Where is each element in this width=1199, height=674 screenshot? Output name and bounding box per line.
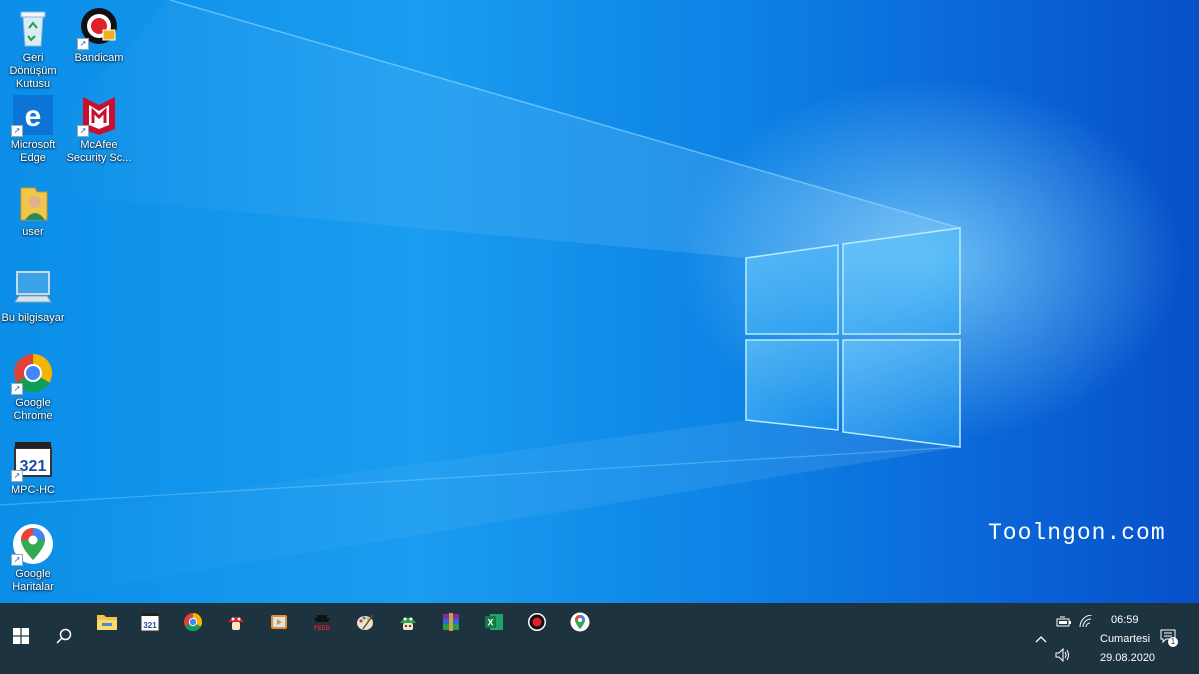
record-icon	[527, 612, 547, 637]
taskbar-app-media-player[interactable]	[261, 611, 297, 637]
desktop-icon-label: MPC-HC	[11, 484, 55, 496]
mushroom-app-icon	[226, 612, 246, 637]
desktop-icon-microsoft-edge[interactable]: e ↗ Microsoft Edge	[0, 93, 66, 165]
shortcut-arrow-icon: ↗	[77, 125, 89, 137]
clock-time: 06:59	[1111, 614, 1139, 626]
edge-icon: e ↗	[11, 93, 55, 137]
mcafee-icon: ↗	[77, 93, 121, 137]
desktop-icon-user[interactable]: user	[0, 180, 66, 239]
battery-icon[interactable]	[1056, 615, 1072, 633]
watermark-text: Toolngon.com	[988, 520, 1166, 546]
mpc-hc-icon: 321 ↗	[11, 438, 55, 482]
taskbar: 321 FEED X 06:59 Cumartesi 29.08.2020 1	[0, 603, 1199, 674]
start-button[interactable]	[0, 603, 42, 674]
svg-text:e: e	[25, 100, 42, 133]
desktop-icon-this-pc[interactable]: Bu bilgisayar	[0, 266, 66, 325]
taskbar-app-winrar[interactable]	[433, 611, 469, 637]
google-maps-icon	[570, 612, 590, 637]
media-player-icon	[269, 612, 289, 637]
desktop-icon-label: Geri Dönüşüm Kutusu	[9, 52, 57, 90]
svg-text:X: X	[487, 617, 493, 627]
shortcut-arrow-icon: ↗	[11, 554, 23, 566]
svg-text:321: 321	[20, 458, 47, 475]
desktop-icon-mpc-hc[interactable]: 321 ↗ MPC-HC	[0, 438, 66, 497]
google-maps-icon: ↗	[11, 522, 55, 566]
notification-count-badge: 1	[1168, 637, 1178, 647]
file-explorer-icon	[96, 613, 118, 636]
desktop-icon-label: Google Haritalar	[12, 568, 54, 593]
desktop[interactable]: Geri Dönüşüm Kutusu ↗ Bandicam e ↗ Micro…	[0, 0, 1199, 603]
paint-icon	[355, 612, 375, 637]
taskbar-app-paint[interactable]	[347, 611, 383, 637]
desktop-icon-recycle-bin[interactable]: Geri Dönüşüm Kutusu	[0, 6, 66, 91]
search-button[interactable]	[44, 603, 84, 674]
desktop-icon-label: user	[22, 226, 44, 238]
recycle-bin-icon	[11, 6, 55, 50]
taskbar-app-recorder[interactable]	[519, 611, 555, 637]
chrome-icon: ↗	[11, 351, 55, 395]
taskbar-app-file-explorer[interactable]	[89, 611, 125, 637]
computer-icon	[11, 266, 55, 310]
excel-icon: X	[484, 612, 504, 637]
volume-icon[interactable]	[1055, 647, 1071, 667]
chrome-icon	[183, 612, 203, 637]
shortcut-arrow-icon: ↗	[11, 125, 23, 137]
desktop-icon-label: McAfee Security Sc...	[66, 139, 132, 164]
taskbar-app-mushroom[interactable]	[218, 611, 254, 637]
desktop-icon-label: Microsoft Edge	[10, 139, 56, 164]
taskbar-app-green-mushroom[interactable]	[390, 611, 426, 637]
desktop-icon-google-maps[interactable]: ↗ Google Haritalar	[0, 522, 66, 594]
taskbar-app-excel[interactable]: X	[476, 611, 512, 637]
user-folder-icon	[11, 180, 55, 224]
shortcut-arrow-icon: ↗	[11, 470, 23, 482]
svg-text:321: 321	[143, 621, 157, 630]
desktop-icon-label: Bandicam	[74, 52, 124, 64]
clock-date: 29.08.2020	[1100, 652, 1156, 664]
action-center-button[interactable]: 1	[1160, 629, 1184, 651]
show-hidden-icons-button[interactable]	[1030, 603, 1052, 674]
desktop-icon-label: Bu bilgisayar	[1, 312, 65, 324]
desktop-icon-mcafee[interactable]: ↗ McAfee Security Sc...	[66, 93, 132, 165]
search-icon	[56, 628, 72, 649]
windows-logo-wallpaper	[0, 0, 961, 603]
windows-start-icon	[13, 628, 29, 649]
wifi-icon[interactable]	[1078, 614, 1094, 634]
mpc-hc-icon: 321	[140, 612, 160, 637]
desktop-icon-google-chrome[interactable]: ↗ Google Chrome	[0, 351, 66, 423]
desktop-icon-bandicam[interactable]: ↗ Bandicam	[66, 6, 132, 65]
shortcut-arrow-icon: ↗	[11, 383, 23, 395]
clock[interactable]: 06:59 Cumartesi 29.08.2020	[1094, 603, 1156, 674]
taskbar-app-google-maps[interactable]	[562, 611, 598, 637]
taskbar-app-chrome[interactable]	[175, 611, 211, 637]
taskbar-app-feed[interactable]: FEED	[304, 611, 340, 637]
shortcut-arrow-icon: ↗	[77, 38, 89, 50]
svg-text:FEED: FEED	[314, 626, 331, 632]
winrar-icon	[441, 612, 461, 637]
bandicam-icon: ↗	[77, 6, 121, 50]
green-mushroom-icon	[398, 612, 418, 637]
clock-day: Cumartesi	[1100, 633, 1151, 645]
chevron-up-icon	[1035, 630, 1047, 648]
feed-app-icon: FEED	[311, 612, 333, 637]
taskbar-app-mpc-hc[interactable]: 321	[132, 611, 168, 637]
desktop-icon-label: Google Chrome	[13, 397, 53, 422]
